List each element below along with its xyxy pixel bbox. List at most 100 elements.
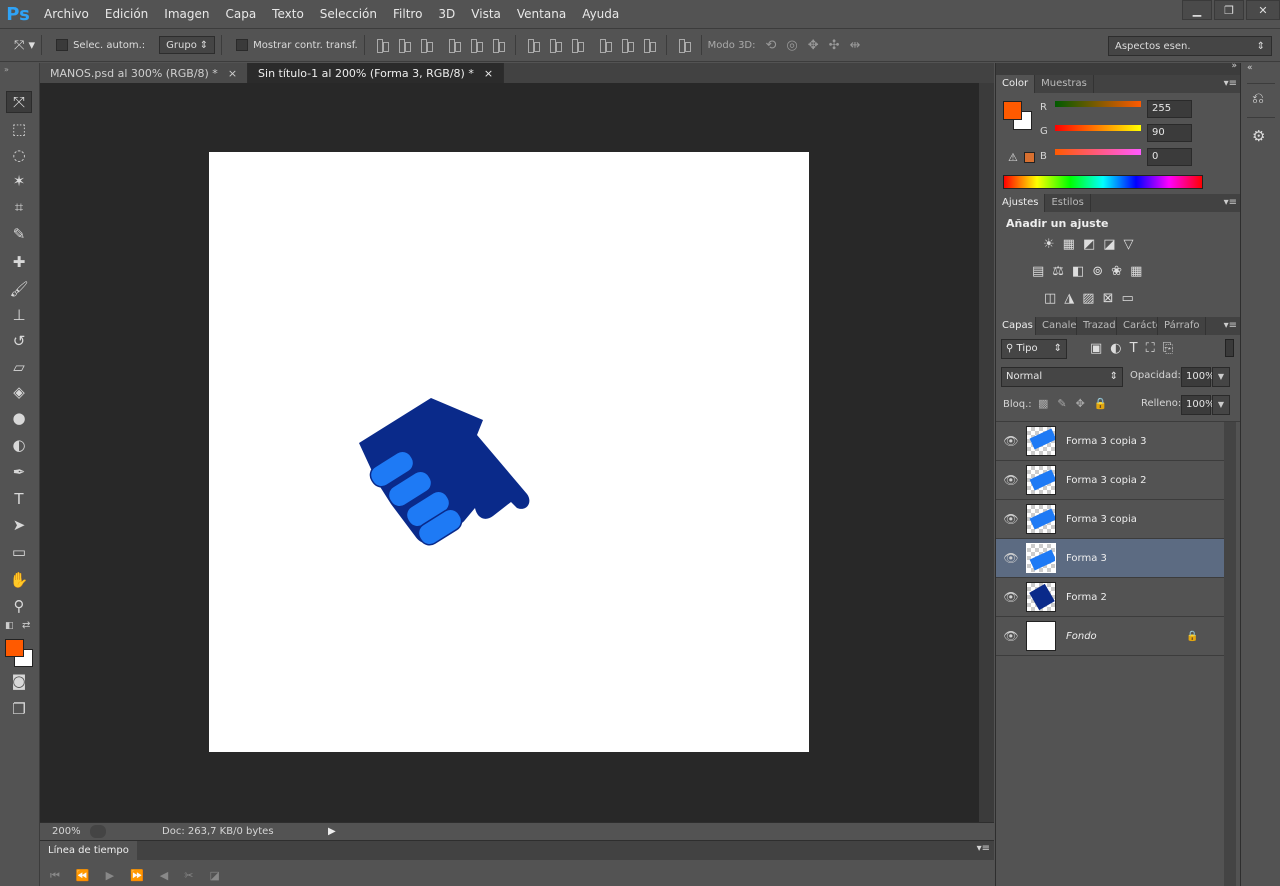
zoom-level[interactable]: 200% xyxy=(40,826,90,837)
timeline-tab[interactable]: Línea de tiempo xyxy=(40,841,137,860)
blur-tool-icon[interactable]: ● xyxy=(6,407,32,429)
levels-icon[interactable]: ▦ xyxy=(1063,237,1075,252)
layer-row[interactable]: 👁 Fondo 🔒 xyxy=(996,617,1224,656)
paint-bucket-tool-icon[interactable]: ◈ xyxy=(6,381,32,403)
color-balance-icon[interactable]: ⚖ xyxy=(1052,264,1064,279)
align-top-icon[interactable] xyxy=(374,37,390,53)
gamut-warning-icon[interactable]: ⚠ xyxy=(1008,151,1018,164)
brightness-icon[interactable]: ☀ xyxy=(1043,237,1055,252)
distribute-right-icon[interactable] xyxy=(641,37,657,53)
invert-icon[interactable]: ◫ xyxy=(1044,291,1056,306)
pixel-layer-filter-icon[interactable]: ▣ xyxy=(1090,341,1102,356)
g-slider[interactable] xyxy=(1055,125,1141,131)
layers-scrollbar[interactable] xyxy=(1224,422,1236,886)
minimize-button[interactable]: ▁ xyxy=(1182,0,1212,20)
tab-muestras[interactable]: Muestras xyxy=(1035,75,1094,93)
tab-canales[interactable]: Canales xyxy=(1036,317,1077,335)
channel-mixer-icon[interactable]: ❀ xyxy=(1111,264,1122,279)
marquee-tool-icon[interactable]: ⬚ xyxy=(6,118,32,140)
close-button[interactable]: ✕ xyxy=(1246,0,1280,20)
auto-select-target-select[interactable]: Grupo ⇕ xyxy=(159,36,216,54)
tab-ajustes[interactable]: Ajustes xyxy=(996,194,1046,212)
history-panel-icon[interactable]: ⎌ xyxy=(1252,89,1264,107)
menu-texto[interactable]: Texto xyxy=(264,0,312,28)
shape-layer-filter-icon[interactable]: ⛶ xyxy=(1146,341,1155,356)
audio-icon[interactable]: ◀ xyxy=(160,869,168,883)
menu-vista[interactable]: Vista xyxy=(463,0,509,28)
dodge-tool-icon[interactable]: ◐ xyxy=(6,434,32,456)
menu-edicion[interactable]: Edición xyxy=(97,0,156,28)
menu-ayuda[interactable]: Ayuda xyxy=(574,0,627,28)
tab-caracter[interactable]: Carácter xyxy=(1117,317,1158,335)
r-value-input[interactable]: 255 xyxy=(1147,100,1192,118)
hue-saturation-icon[interactable]: ▤ xyxy=(1032,264,1044,279)
zoom-tool-icon[interactable]: ⚲ xyxy=(6,595,32,617)
menu-archivo[interactable]: Archivo xyxy=(36,0,97,28)
fill-input[interactable]: 100% xyxy=(1181,395,1215,415)
properties-panel-icon[interactable]: ⚙ xyxy=(1252,127,1265,145)
pan-3d-icon[interactable]: ✥ xyxy=(808,38,819,53)
type-layer-filter-icon[interactable]: T xyxy=(1130,341,1138,356)
foreground-color-swatch[interactable] xyxy=(1003,101,1022,120)
status-menu-icon[interactable] xyxy=(90,824,106,838)
brush-tool-icon[interactable]: 🖌 xyxy=(6,278,32,300)
collapse-toolbar-icon[interactable]: » xyxy=(4,65,9,74)
distribute-vcenter-icon[interactable] xyxy=(547,37,563,53)
vibrance-icon[interactable]: ▽ xyxy=(1124,237,1134,252)
healing-brush-tool-icon[interactable]: ✚ xyxy=(6,251,32,273)
type-tool-icon[interactable]: T xyxy=(6,488,32,510)
eyedropper-tool-icon[interactable]: ✎ xyxy=(6,223,32,245)
scale-3d-icon[interactable]: ⇹ xyxy=(850,38,861,53)
align-hcenter-icon[interactable] xyxy=(468,37,484,53)
status-arrow-icon[interactable]: ▶ xyxy=(328,826,336,837)
selective-color-icon[interactable]: ⊠ xyxy=(1103,291,1114,306)
menu-filtro[interactable]: Filtro xyxy=(385,0,430,28)
black-white-icon[interactable]: ◧ xyxy=(1072,264,1084,279)
menu-3d[interactable]: 3D xyxy=(430,0,463,28)
magic-wand-tool-icon[interactable]: ✶ xyxy=(6,170,32,192)
layer-row[interactable]: 👁 Forma 3 copia 2 xyxy=(996,461,1224,500)
panel-menu-icon[interactable]: ▾≡ xyxy=(977,843,990,854)
clone-stamp-tool-icon[interactable]: ⊥ xyxy=(6,304,32,326)
swap-colors-icon[interactable]: ⇄ xyxy=(22,620,30,631)
auto-align-icon[interactable] xyxy=(676,37,692,53)
gamut-color-swatch[interactable] xyxy=(1024,152,1035,163)
slide-3d-icon[interactable]: ✣ xyxy=(829,38,840,53)
posterize-icon[interactable]: ◮ xyxy=(1064,291,1074,306)
collapse-dock-icon[interactable]: » xyxy=(1231,61,1237,71)
eye-icon[interactable]: 👁 xyxy=(996,434,1026,448)
lock-transparency-icon[interactable]: ▩ xyxy=(1038,397,1048,410)
split-icon[interactable]: ✂ xyxy=(184,869,193,883)
tab-manos[interactable]: MANOS.psd al 300% (RGB/8) * × xyxy=(40,63,249,83)
layer-row[interactable]: 👁 Forma 3 xyxy=(996,539,1224,578)
vertical-scrollbar[interactable] xyxy=(979,83,994,822)
exposure-icon[interactable]: ◪ xyxy=(1103,237,1115,252)
distribute-bottom-icon[interactable] xyxy=(569,37,585,53)
auto-select-checkbox[interactable] xyxy=(56,39,69,51)
foreground-color-swatch[interactable] xyxy=(5,639,24,657)
curves-icon[interactable]: ◩ xyxy=(1083,237,1095,252)
adjustment-layer-filter-icon[interactable]: ◐ xyxy=(1110,341,1121,356)
default-colors-icon[interactable]: ◧ xyxy=(5,621,14,631)
panel-menu-icon[interactable]: ▾≡ xyxy=(1224,75,1237,93)
path-selection-tool-icon[interactable]: ➤ xyxy=(6,514,32,536)
lock-position-icon[interactable]: ✥ xyxy=(1076,397,1085,410)
transition-icon[interactable]: ◪ xyxy=(209,869,219,883)
tab-sin-titulo[interactable]: Sin título-1 al 200% (Forma 3, RGB/8) * … xyxy=(248,63,505,83)
photo-filter-icon[interactable]: ⊚ xyxy=(1092,264,1103,279)
close-icon[interactable]: × xyxy=(484,67,493,80)
first-frame-icon[interactable]: ⏮ xyxy=(50,869,60,883)
tab-trazados[interactable]: Trazados xyxy=(1077,317,1117,335)
layer-row[interactable]: 👁 Forma 2 xyxy=(996,578,1224,617)
smart-object-filter-icon[interactable]: ⎘ xyxy=(1163,341,1173,356)
rectangle-tool-icon[interactable]: ▭ xyxy=(6,541,32,563)
expand-panels-icon[interactable]: « xyxy=(1247,63,1253,73)
play-icon[interactable]: ▶ xyxy=(106,869,114,883)
align-vcenter-icon[interactable] xyxy=(396,37,412,53)
document-canvas[interactable] xyxy=(209,152,809,752)
tab-color[interactable]: Color xyxy=(996,75,1036,93)
r-slider[interactable] xyxy=(1055,101,1141,107)
rotate-3d-icon[interactable]: ⟲ xyxy=(766,38,777,53)
history-brush-tool-icon[interactable]: ↺ xyxy=(6,330,32,352)
align-bottom-icon[interactable] xyxy=(418,37,434,53)
